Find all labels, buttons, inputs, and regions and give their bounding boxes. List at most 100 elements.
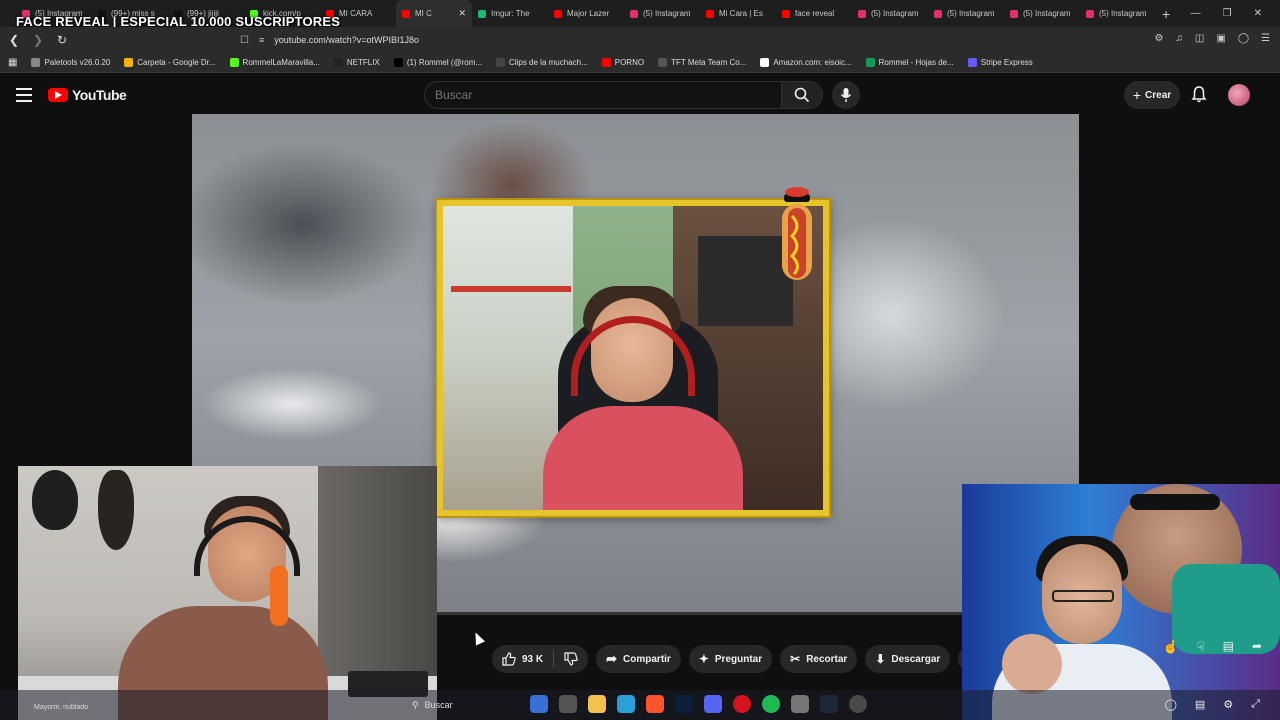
bookmark-item[interactable]: RommelLaMaravilla... bbox=[229, 58, 320, 67]
wallet-icon[interactable]: ▣ bbox=[1216, 33, 1225, 44]
restore-icon[interactable]: ❐ bbox=[1223, 8, 1232, 19]
bookmark-item[interactable]: Clips de la muchach... bbox=[496, 58, 588, 67]
bookmark-item[interactable]: TFT Meta Team Co... bbox=[658, 58, 746, 67]
photoshop-icon[interactable] bbox=[675, 695, 693, 713]
bookmark-item[interactable]: NETFLIX bbox=[333, 58, 380, 67]
taskbar-search[interactable]: ⚲ Buscar bbox=[412, 696, 522, 714]
taskbar-app-icon[interactable] bbox=[791, 695, 809, 713]
spotify-icon[interactable] bbox=[762, 695, 780, 713]
taskbar-app-icon[interactable] bbox=[849, 695, 867, 713]
browser-tab[interactable]: MI C ✕ bbox=[396, 0, 472, 27]
forward-icon[interactable]: ❯ bbox=[28, 33, 48, 47]
bookmark-star-icon[interactable]: ☐ bbox=[240, 35, 249, 46]
new-tab-button[interactable]: + bbox=[1162, 6, 1170, 22]
taskbar-app-icon[interactable] bbox=[559, 695, 577, 713]
bookmark-item[interactable]: Paletools v26.0.20 bbox=[31, 58, 110, 67]
voice-search-button[interactable] bbox=[832, 81, 860, 109]
tab-label: (5) Instagram bbox=[871, 9, 919, 18]
bookmark-item[interactable]: Rommel - Hojas de... bbox=[865, 58, 954, 67]
opera-icon[interactable] bbox=[733, 695, 751, 713]
account-avatar[interactable] bbox=[1228, 84, 1250, 106]
browser-tab[interactable]: (5) Instagram bbox=[852, 0, 928, 27]
taskbar-app-icon[interactable] bbox=[617, 695, 635, 713]
taskbar-app-icon[interactable] bbox=[530, 695, 548, 713]
sidebar-icon[interactable]: ◫ bbox=[1195, 33, 1204, 44]
bookmark-favicon-icon bbox=[229, 58, 239, 67]
thumbs-up-icon[interactable]: ☝ bbox=[1162, 639, 1178, 655]
tab-favicon-icon bbox=[782, 9, 790, 18]
tab-favicon-icon bbox=[1086, 9, 1094, 18]
address-bar[interactable]: ☐ ≡ youtube.com/watch?v=otWPIBI1J8o bbox=[240, 31, 990, 49]
steam-icon[interactable] bbox=[820, 695, 838, 713]
tab-favicon-icon bbox=[402, 9, 410, 18]
search-icon: ⚲ bbox=[412, 699, 419, 710]
like-button[interactable]: 93 K bbox=[492, 645, 553, 673]
apps-grid-icon[interactable]: ▦ bbox=[8, 57, 17, 68]
bookmark-label: Clips de la muchach... bbox=[509, 58, 588, 67]
download-button[interactable]: ⬇ Descargar bbox=[865, 645, 951, 673]
dislike-button[interactable] bbox=[554, 645, 588, 673]
thumbs-up-icon bbox=[502, 652, 516, 666]
search-box[interactable] bbox=[424, 81, 782, 109]
video-actions: 93 K ➦ Compartir ✦ Preguntar ✂ Recortar … bbox=[492, 645, 987, 673]
tab-label: Mi Cara | Es bbox=[719, 9, 763, 18]
bookmark-favicon-icon bbox=[865, 58, 875, 67]
youtube-logo[interactable]: YouTube bbox=[48, 87, 127, 103]
settings-icon[interactable]: ⚙ bbox=[1223, 698, 1233, 711]
bookmark-item[interactable]: Stripe Express bbox=[967, 58, 1033, 67]
browser-tab[interactable]: face reveal bbox=[776, 0, 852, 27]
url-text[interactable]: youtube.com/watch?v=otWPIBI1J8o bbox=[274, 35, 419, 45]
music-icon[interactable]: ♫ bbox=[1175, 33, 1183, 44]
bookmark-item[interactable]: PORNO bbox=[601, 58, 644, 67]
youtube-play-icon bbox=[48, 88, 68, 102]
tab-label: (5) Instagram bbox=[643, 9, 691, 18]
folder-icon[interactable] bbox=[588, 695, 606, 713]
share-button[interactable]: ➦ Compartir bbox=[596, 645, 681, 673]
progress-bar[interactable] bbox=[437, 612, 962, 615]
thumbs-down-icon bbox=[564, 652, 578, 666]
taskbar-apps bbox=[530, 695, 867, 713]
clip-button[interactable]: ✂ Recortar bbox=[780, 645, 858, 673]
ask-button[interactable]: ✦ Preguntar bbox=[688, 645, 773, 673]
search-button[interactable] bbox=[781, 81, 823, 109]
bookmark-item[interactable]: Carpeta - Google Dr... bbox=[124, 58, 216, 67]
browser-tab[interactable]: (5) Instagram bbox=[624, 0, 700, 27]
download-label: Descargar bbox=[891, 653, 941, 665]
toggle-icon[interactable]: ◯ bbox=[1165, 698, 1177, 711]
share-icon: ➦ bbox=[606, 651, 618, 666]
chat-icon[interactable]: ▤ bbox=[1223, 639, 1234, 655]
browser-tab[interactable]: (5) Instagram bbox=[1004, 0, 1080, 27]
minimize-icon[interactable]: — bbox=[1191, 8, 1201, 19]
captions-icon[interactable]: ▤ bbox=[1195, 698, 1205, 711]
create-label: Crear bbox=[1145, 89, 1172, 101]
search-input[interactable] bbox=[435, 88, 781, 102]
extension-icon[interactable]: ⚙ bbox=[1154, 33, 1163, 44]
bookmark-label: Rommel - Hojas de... bbox=[878, 58, 954, 67]
browser-tab[interactable]: Mi Cara | Es bbox=[700, 0, 776, 27]
weather-widget[interactable]: Mayorm. nublado bbox=[34, 704, 88, 711]
brave-icon[interactable] bbox=[646, 695, 664, 713]
shield-icon[interactable]: ◯ bbox=[1238, 33, 1249, 44]
discord-icon[interactable] bbox=[704, 695, 722, 713]
create-button[interactable]: + Crear bbox=[1124, 81, 1180, 109]
hotdog-sticker bbox=[782, 187, 812, 280]
bookmark-item[interactable]: (1) Rommel (@rom... bbox=[393, 58, 482, 67]
hamburger-menu-icon[interactable] bbox=[16, 88, 32, 102]
browser-tab[interactable]: (5) Instagram bbox=[1080, 0, 1156, 27]
back-icon[interactable]: ❮ bbox=[4, 33, 24, 47]
bookmark-item[interactable]: Amazon.com: eisoic... bbox=[760, 58, 852, 67]
menu-icon[interactable]: ☰ bbox=[1261, 33, 1270, 44]
close-window-icon[interactable]: ✕ bbox=[1254, 8, 1262, 19]
tab-favicon-icon bbox=[934, 9, 942, 18]
bookmark-favicon-icon bbox=[124, 58, 134, 67]
close-tab-icon[interactable]: ✕ bbox=[458, 8, 466, 19]
fullscreen-icon[interactable]: ⤢ bbox=[1251, 698, 1260, 711]
reload-icon[interactable]: ↻ bbox=[52, 33, 72, 47]
thumbs-down-icon[interactable]: ☟ bbox=[1197, 639, 1205, 655]
browser-tab[interactable]: Imgur: The bbox=[472, 0, 548, 27]
share-icon[interactable]: ➦ bbox=[1252, 639, 1262, 655]
browser-tab[interactable]: Major Lazer bbox=[548, 0, 624, 27]
notifications-bell-icon[interactable] bbox=[1191, 85, 1207, 108]
browser-tab[interactable]: (5) Instagram bbox=[928, 0, 1004, 27]
site-info-icon[interactable]: ≡ bbox=[259, 35, 264, 45]
